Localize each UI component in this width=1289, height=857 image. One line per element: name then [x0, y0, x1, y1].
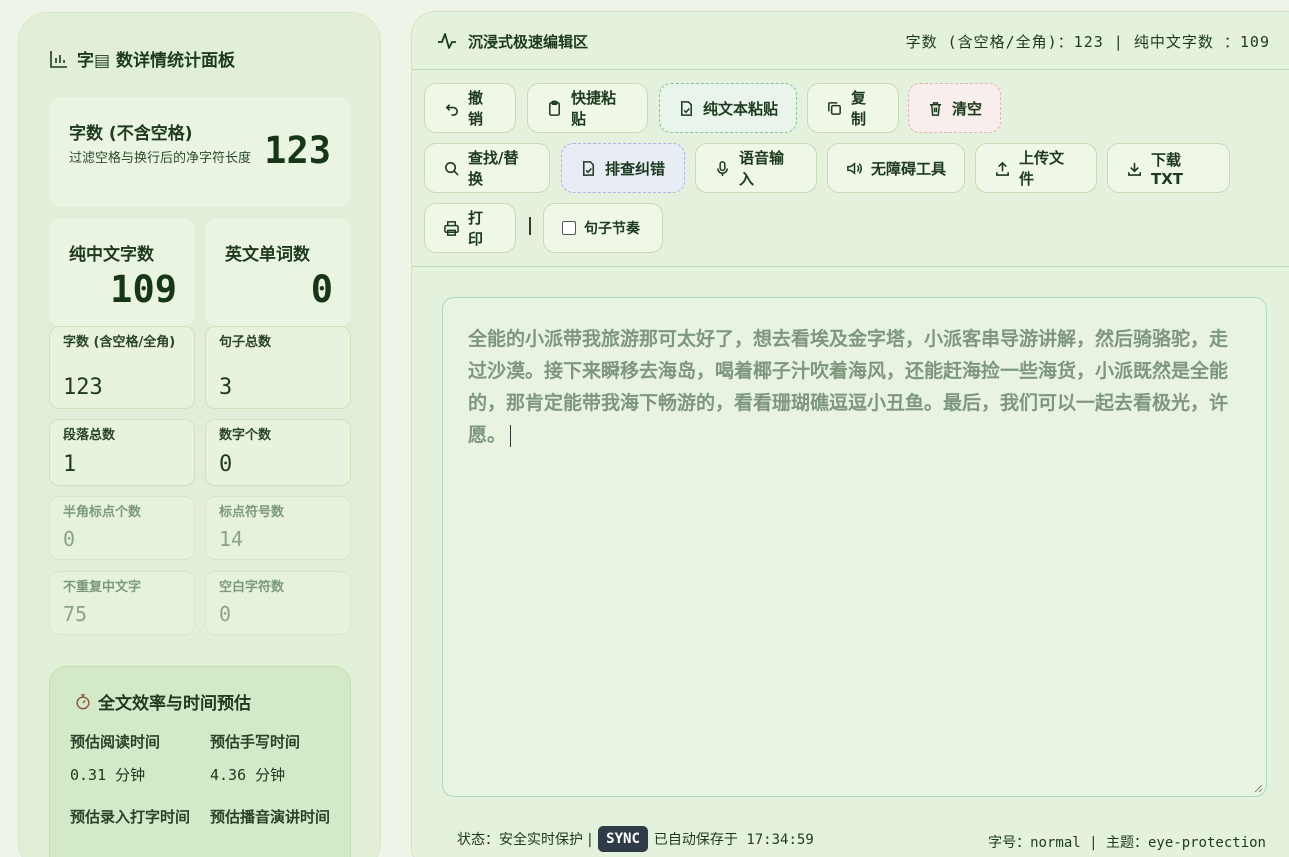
stat-value: 14 — [219, 527, 244, 551]
status-bar: 状态：安全实时保护 | SYNC 已自动保存于 17:34:59 — [457, 826, 814, 852]
stat-label: 数字个数 — [219, 428, 272, 443]
copy-icon — [828, 101, 841, 115]
text-caret — [510, 424, 512, 447]
stat-value: 0 — [219, 452, 233, 477]
english-count-value: 0 — [310, 268, 333, 311]
file-check-icon — [681, 100, 692, 116]
plain-paste-button[interactable]: 纯文本粘贴 — [659, 83, 797, 133]
editor-title: 沉浸式极速编辑区 — [436, 30, 588, 52]
stat-card: 句子总数 3 — [205, 326, 351, 409]
efficiency-panel: 全文效率与时间预估 预估阅读时间 0.31 分钟 预估手写时间 4.36 分钟 … — [49, 666, 351, 857]
print-button[interactable]: 打印 — [424, 203, 516, 253]
sync-badge: SYNC — [598, 826, 648, 852]
word-count-sub: 过滤空格与换行后的净字符长度 — [69, 151, 252, 166]
voice-input-button[interactable]: 语音输入 — [695, 143, 817, 193]
sidebar-title: 字▤ 数详情统计面板 — [49, 46, 235, 71]
stat-label: 句子总数 — [219, 335, 272, 350]
write-time-label: 预估手写时间 — [210, 733, 301, 751]
saved-time: 已自动保存于 17:34:59 — [653, 832, 814, 848]
find-replace-button[interactable]: 查找/替换 — [424, 143, 550, 193]
efficiency-title: 全文效率与时间预估 — [74, 689, 251, 714]
english-count-card: 英文单词数 0 — [205, 218, 351, 326]
stat-label: 段落总数 — [63, 428, 116, 443]
rhythm-checkbox[interactable] — [562, 221, 576, 235]
stat-value: 3 — [219, 375, 233, 400]
word-count-label: 字数 (不含空格) — [69, 124, 193, 144]
upload-icon — [996, 161, 1009, 176]
accessibility-button[interactable]: 无障碍工具 — [827, 143, 965, 193]
stat-value: 75 — [63, 602, 88, 626]
stat-value: 0 — [219, 602, 232, 626]
file-check-icon — [583, 160, 594, 176]
stat-label: 不重复中文字 — [63, 580, 142, 595]
pulse-icon — [438, 33, 456, 49]
word-count-card: 字数 (不含空格) 过滤空格与换行后的净字符长度 123 — [49, 97, 351, 207]
text-editor[interactable]: 全能的小派带我旅游那可太好了，想去看埃及金字塔，小派客串导游讲解，然后骑骆驼，走… — [442, 297, 1267, 797]
download-txt-button[interactable]: 下载TXT — [1107, 143, 1230, 193]
stat-card: 不重复中文字 75 — [49, 571, 195, 635]
status-state: 状态：安全实时保护 | — [457, 832, 593, 848]
speech-time-label: 预估播音演讲时间 — [210, 808, 331, 826]
stat-label: 标点符号数 — [219, 505, 285, 520]
undo-icon — [445, 103, 458, 116]
editor-topbar: 沉浸式极速编辑区 字数 (含空格/全角)：123 | 纯中文字数 ：109 — [412, 12, 1289, 70]
toolbar: 撤销 快捷粘贴 纯文本粘贴 复制 清空 查找/替换 排查纠错 语音输入 无障碍工… — [412, 70, 1289, 267]
proofread-button[interactable]: 排查纠错 — [561, 143, 685, 193]
microphone-icon — [717, 160, 728, 176]
stopwatch-icon — [76, 693, 90, 709]
stat-card: 标点符号数 14 — [205, 496, 351, 560]
stat-label: 空白字符数 — [219, 580, 285, 595]
printer-icon — [444, 220, 459, 236]
stat-value: 0 — [63, 527, 76, 551]
read-time-label: 预估阅读时间 — [70, 733, 161, 751]
chinese-count-card: 纯中文字数 109 — [49, 218, 195, 326]
stat-card: 半角标点个数 0 — [49, 496, 195, 560]
clear-button[interactable]: 清空 — [908, 83, 1001, 133]
quick-paste-button[interactable]: 快捷粘贴 — [527, 83, 648, 133]
speaker-icon — [847, 161, 862, 175]
stat-card: 段落总数 1 — [49, 419, 195, 486]
stats-sidebar: 字▤ 数详情统计面板 字数 (不含空格) 过滤空格与换行后的净字符长度 123 … — [18, 12, 381, 857]
download-icon — [1128, 162, 1141, 176]
type-time-label: 预估录入打字时间 — [70, 808, 191, 826]
chinese-count-value: 109 — [110, 268, 177, 311]
chinese-count-label: 纯中文字数 — [69, 245, 154, 265]
trash-icon — [929, 101, 942, 116]
write-time-value: 4.36 分钟 — [210, 766, 286, 784]
undo-button[interactable]: 撤销 — [424, 83, 516, 133]
editor-content[interactable]: 全能的小派带我旅游那可太好了，想去看埃及金字塔，小派客串导游讲解，然后骑骆驼，走… — [468, 323, 1243, 451]
resize-handle-icon[interactable] — [1253, 783, 1263, 793]
stat-card: 数字个数 0 — [205, 419, 351, 486]
word-count-value: 123 — [264, 129, 331, 172]
status-right: 字号：normal | 主题：eye-protection — [988, 835, 1266, 851]
stat-label: 半角标点个数 — [63, 505, 142, 520]
toolbar-divider — [529, 217, 531, 235]
topbar-counts: 字数 (含空格/全角)：123 | 纯中文字数 ：109 — [905, 33, 1270, 51]
stat-value: 1 — [63, 452, 77, 477]
sentence-rhythm-toggle[interactable]: 句子节奏 — [543, 203, 663, 253]
bar-chart-icon — [50, 50, 67, 68]
stat-value: 123 — [63, 375, 103, 400]
stat-card: 字数 (含空格/全角) 123 — [49, 326, 195, 409]
upload-file-button[interactable]: 上传文件 — [975, 143, 1097, 193]
english-count-label: 英文单词数 — [225, 245, 310, 265]
stat-card: 空白字符数 0 — [205, 571, 351, 635]
copy-button[interactable]: 复制 — [807, 83, 899, 133]
clipboard-icon — [549, 100, 560, 116]
read-time-value: 0.31 分钟 — [70, 766, 146, 784]
editor-panel: 沉浸式极速编辑区 字数 (含空格/全角)：123 | 纯中文字数 ：109 撤销… — [411, 11, 1289, 857]
stat-label: 字数 (含空格/全角) — [63, 335, 176, 350]
search-icon — [445, 161, 459, 176]
